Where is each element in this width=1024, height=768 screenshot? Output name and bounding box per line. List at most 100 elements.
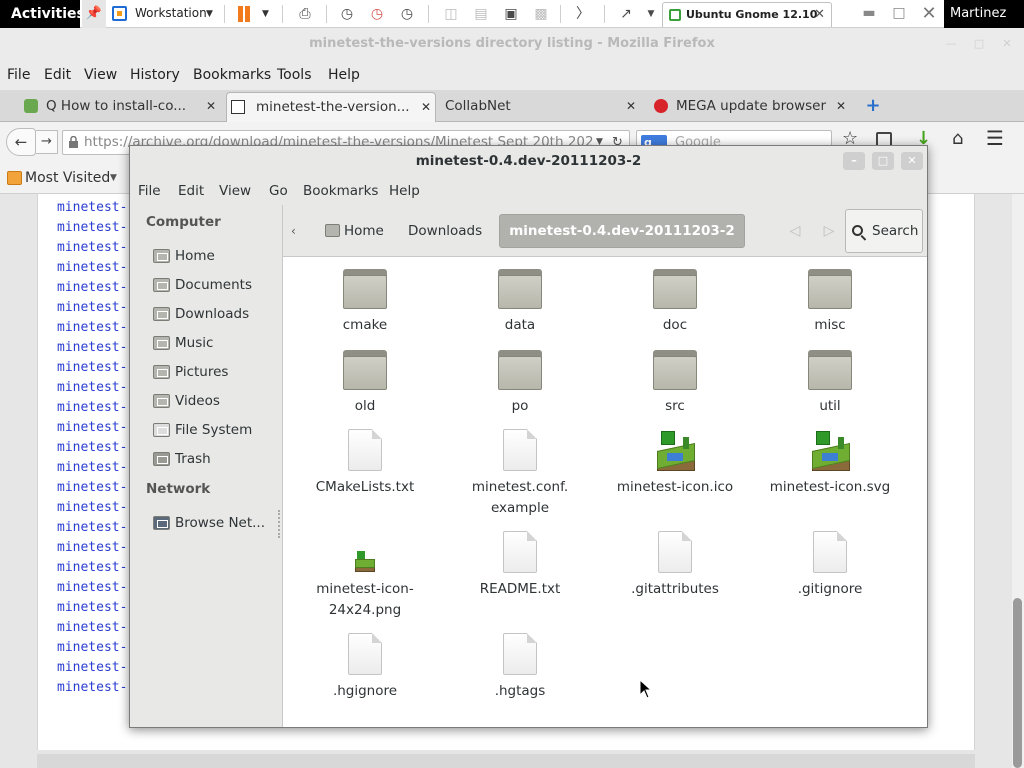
close-icon[interactable]: ✕ (918, 3, 940, 25)
snapshot-manager-icon[interactable]: ◷ (396, 4, 418, 24)
menu-help[interactable]: Help (328, 60, 360, 90)
menu-view[interactable]: View (219, 177, 251, 205)
home-icon[interactable]: ⌂ (952, 128, 963, 149)
chevron-down-icon[interactable]: ▼ (110, 162, 117, 194)
forward-arrow-icon[interactable]: ▷ (819, 218, 839, 244)
search-button[interactable]: Search (845, 209, 923, 253)
vm-tab[interactable]: Ubuntu Gnome 12.10 ✕ (662, 2, 832, 27)
chevron-left-icon[interactable]: ‹ (291, 205, 296, 257)
directory-link[interactable]: minetest- (57, 658, 127, 678)
sidebar-item-pictures[interactable]: Pictures (153, 361, 278, 383)
maximize-icon[interactable]: □ (872, 152, 894, 170)
directory-link[interactable]: minetest- (57, 538, 127, 558)
directory-link[interactable]: minetest- (57, 358, 127, 378)
back-button[interactable]: ← (6, 128, 36, 156)
close-icon[interactable]: ✕ (626, 92, 636, 120)
menu-tools[interactable]: Tools (277, 60, 312, 90)
chevron-down-icon[interactable]: ▼ (206, 0, 213, 28)
directory-link[interactable]: minetest- (57, 258, 127, 278)
directory-link[interactable]: minetest- (57, 438, 127, 458)
revert-snapshot-icon[interactable]: ◷ (366, 4, 388, 24)
page-horizontal-scrollbar[interactable] (37, 754, 975, 768)
close-icon[interactable]: ✕ (836, 92, 846, 120)
minimize-icon[interactable]: ▬ (858, 5, 880, 23)
path-button-downloads[interactable]: Downloads (408, 205, 482, 257)
menu-bookmarks[interactable]: Bookmarks (193, 60, 271, 90)
sidebar-resize-handle[interactable] (278, 510, 281, 538)
autofit-icon[interactable]: ▩ (530, 4, 552, 24)
directory-link[interactable]: minetest- (57, 338, 127, 358)
close-icon[interactable]: ✕ (814, 3, 825, 27)
close-icon[interactable]: ✕ (421, 93, 431, 121)
directory-link[interactable]: minetest- (57, 378, 127, 398)
page-scrollbar-thumb[interactable] (1013, 598, 1022, 768)
directory-link[interactable]: minetest- (57, 318, 127, 338)
directory-link[interactable]: minetest- (57, 678, 127, 698)
directory-link[interactable]: minetest- (57, 498, 127, 518)
view-sidebar-icon[interactable]: ◫ (440, 4, 462, 24)
menu-history[interactable]: History (130, 60, 180, 90)
sidebar-item-videos[interactable]: Videos (153, 390, 278, 412)
user-menu[interactable]: Martinez (944, 0, 1024, 28)
directory-link[interactable]: minetest- (57, 598, 127, 618)
view-thumbnail-icon[interactable]: ▤ (470, 4, 492, 24)
back-arrow-icon[interactable]: ◁ (783, 218, 807, 244)
directory-link[interactable]: minetest- (57, 558, 127, 578)
sidebar-item-documents[interactable]: Documents (153, 274, 278, 296)
sidebar-item-file-system[interactable]: File System (153, 419, 278, 441)
fit-guest-icon[interactable]: ▣ (500, 4, 522, 24)
most-visited-button[interactable]: Most Visited (25, 162, 110, 194)
fullscreen-icon[interactable]: ↗ (615, 4, 637, 24)
directory-link[interactable]: minetest- (57, 418, 127, 438)
tab-minetest-versions[interactable]: minetest-the-version... ✕ (226, 92, 436, 122)
close-icon[interactable]: ✕ (206, 92, 216, 120)
tab-collabnet[interactable]: CollabNet ✕ (440, 92, 640, 122)
snapshot-icon[interactable]: ◷ (336, 4, 358, 24)
directory-link[interactable]: minetest- (57, 278, 127, 298)
sidebar-item-browse-network[interactable]: Browse Net... (153, 512, 278, 534)
activities-button[interactable]: Activities (0, 0, 85, 28)
close-icon[interactable]: ✕ (999, 36, 1015, 52)
forward-button[interactable]: → (36, 130, 58, 154)
pause-icon[interactable] (235, 4, 253, 24)
sidebar-item-downloads[interactable]: Downloads (153, 303, 278, 325)
menu-view[interactable]: View (84, 60, 117, 90)
directory-link[interactable]: minetest- (57, 578, 127, 598)
minimize-icon[interactable]: — (943, 36, 959, 52)
menu-file[interactable]: File (7, 60, 30, 90)
workstation-menu[interactable]: Workstation (135, 0, 207, 27)
chevron-down-icon[interactable]: ▼ (640, 4, 662, 24)
file-manager-titlebar[interactable]: minetest-0.4.dev-20111203-2 – □ ✕ (130, 146, 927, 177)
minimize-icon[interactable]: – (843, 152, 865, 170)
directory-link[interactable]: minetest- (57, 238, 127, 258)
menu-go[interactable]: Go (269, 177, 288, 205)
path-button-home[interactable]: Home (344, 205, 384, 257)
maximize-icon[interactable]: □ (888, 5, 910, 23)
new-tab-icon[interactable]: + (863, 96, 883, 116)
directory-link[interactable]: minetest- (57, 478, 127, 498)
directory-link[interactable]: minetest- (57, 518, 127, 538)
menu-hamburger-icon[interactable]: ☰ (986, 126, 1004, 150)
send-keys-icon[interactable]: ⎙ (294, 4, 316, 24)
tab-how-to-install[interactable]: Q How to install-co... ✕ (20, 92, 220, 122)
menu-file[interactable]: File (138, 177, 161, 205)
directory-link[interactable]: minetest- (57, 298, 127, 318)
close-icon[interactable]: ✕ (901, 152, 923, 170)
sidebar-item-trash[interactable]: Trash (153, 448, 278, 470)
directory-link[interactable]: minetest- (57, 458, 127, 478)
sidebar-item-music[interactable]: Music (153, 332, 278, 354)
sidebar-item-home[interactable]: Home (153, 245, 278, 267)
directory-link[interactable]: minetest- (57, 638, 127, 658)
menu-edit[interactable]: Edit (44, 60, 71, 90)
tab-mega[interactable]: MEGA update browser ✕ (650, 92, 850, 122)
maximize-icon[interactable]: □ (971, 36, 987, 52)
directory-link[interactable]: minetest- (57, 198, 127, 218)
console-icon[interactable]: 〉 (572, 4, 594, 24)
chevron-down-icon[interactable]: ▼ (262, 0, 269, 28)
path-button-current[interactable]: minetest-0.4.dev-20111203-2 (499, 214, 745, 248)
menu-edit[interactable]: Edit (178, 177, 204, 205)
menu-bookmarks[interactable]: Bookmarks (303, 177, 378, 205)
pin-icon[interactable]: 📌 (82, 0, 106, 28)
menu-help[interactable]: Help (389, 177, 420, 205)
directory-link[interactable]: minetest- (57, 398, 127, 418)
